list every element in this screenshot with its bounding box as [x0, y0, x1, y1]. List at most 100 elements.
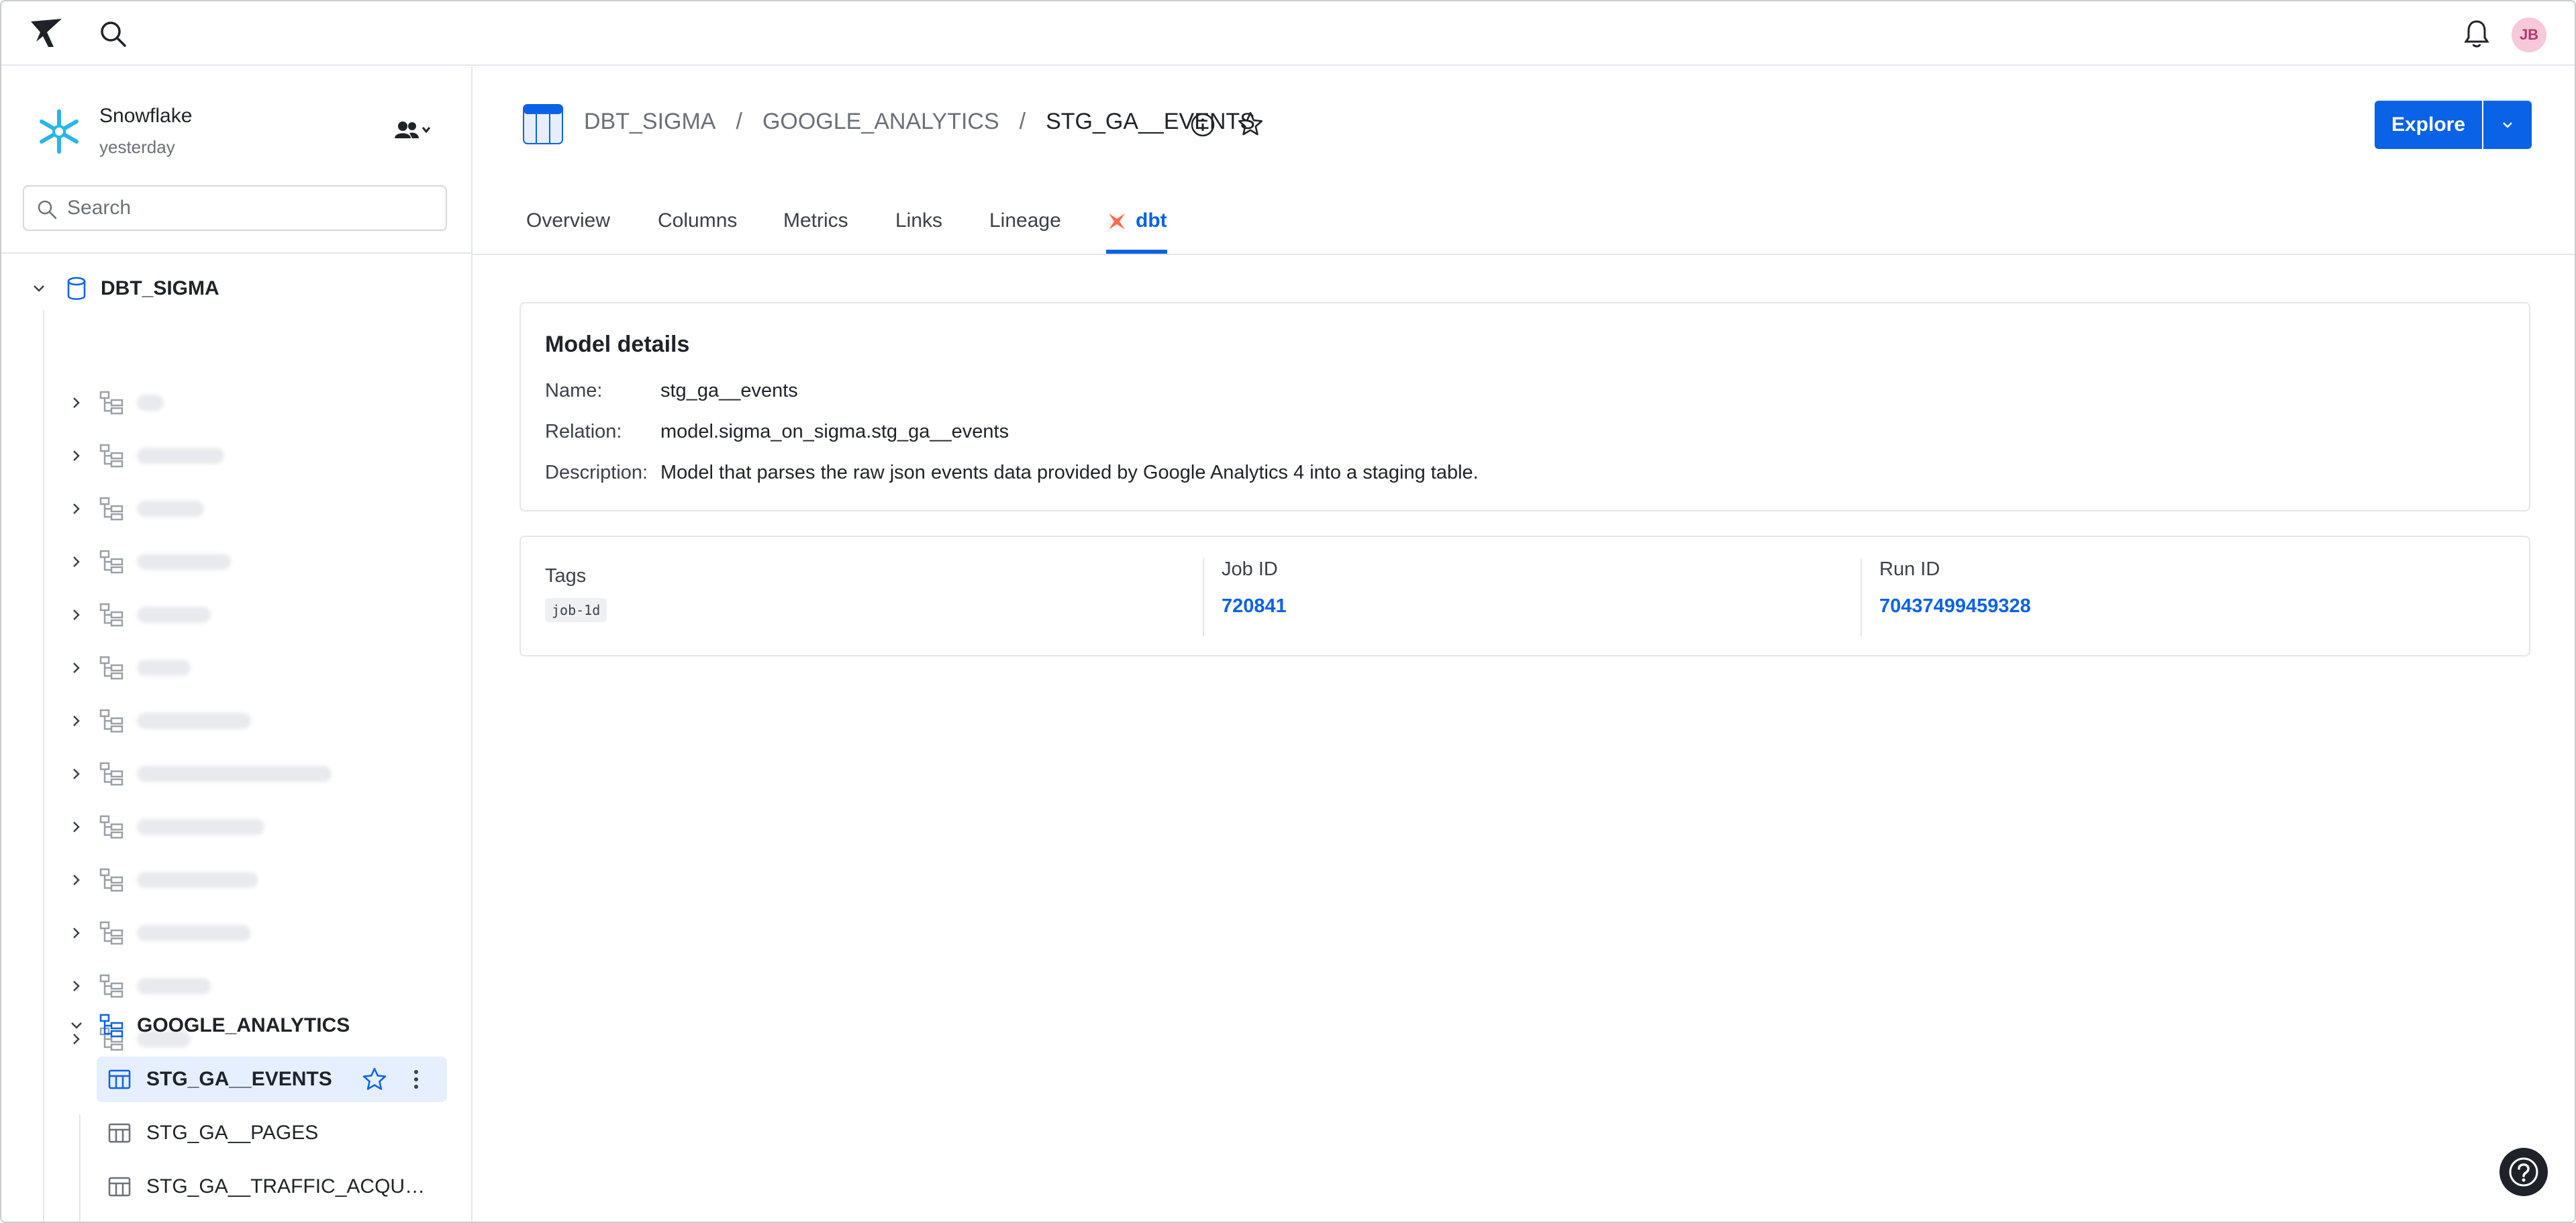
search-icon[interactable] [98, 19, 128, 48]
tree-item-schema[interactable] [66, 489, 204, 529]
chevron-right-icon[interactable] [66, 710, 87, 732]
blurred-schema-label [137, 872, 258, 888]
chevron-right-icon[interactable] [66, 604, 87, 626]
tree-item-schema[interactable] [66, 648, 191, 688]
tab-columns[interactable]: Columns [658, 209, 737, 254]
explore-button[interactable]: Explore [2375, 101, 2482, 149]
top-bar: JB [1, 1, 2575, 66]
tab-overview[interactable]: Overview [526, 209, 610, 254]
job-id-link[interactable]: 720841 [1222, 595, 1287, 618]
table-item-stg-ga-traffic-acquisition[interactable]: STG_GA__TRAFFIC_ACQUISITI… [97, 1164, 447, 1210]
schema-label: GOOGLE_ANALYTICS [137, 1014, 350, 1036]
schema-icon [99, 497, 123, 521]
explore-options-button[interactable] [2483, 101, 2532, 149]
help-button[interactable] [2499, 1148, 2548, 1196]
chevron-right-icon[interactable] [66, 657, 87, 679]
breadcrumb-separator: / [736, 109, 742, 134]
tree-item-schema[interactable] [66, 807, 264, 847]
blurred-schema-label [137, 978, 211, 994]
job-info-card: Tags job-1d Job ID 720841 Run ID 7043749… [519, 536, 2530, 656]
tree-item-schema[interactable] [66, 966, 211, 1006]
table-icon [108, 1123, 131, 1143]
chevron-right-icon[interactable] [66, 975, 87, 997]
chevron-down-icon[interactable] [28, 278, 50, 299]
tags-column: Tags job-1d [545, 558, 1189, 636]
tree-item-schema[interactable] [66, 542, 231, 582]
breadcrumb-separator: / [1019, 109, 1026, 134]
chevron-right-icon[interactable] [66, 551, 87, 573]
tree-item-database[interactable]: DBT_SIGMA [28, 268, 219, 309]
chevron-right-icon[interactable] [66, 816, 87, 838]
model-description-value: Model that parses the raw json events da… [660, 462, 1479, 483]
sidebar: Snowflake yesterday DBT_SIGMA [1, 67, 473, 1222]
tree-item-schema[interactable] [66, 754, 332, 794]
table-label: STG_GA__TRAFFIC_ACQUISITI… [146, 1175, 428, 1197]
help-icon [2509, 1157, 2538, 1187]
tree-item-schema[interactable] [66, 436, 224, 476]
tree-item-schema[interactable] [66, 860, 258, 900]
blurred-schema-label [137, 395, 164, 411]
chevron-down-icon[interactable] [66, 1015, 87, 1036]
schema-icon [99, 656, 123, 680]
schema-icon [99, 391, 123, 415]
model-relation-label: Relation: [545, 421, 622, 442]
tab-lineage[interactable]: Lineage [989, 209, 1061, 254]
table-item-stg-ga-events[interactable]: STG_GA__EVENTS [97, 1057, 447, 1102]
table-item-stg-ga-pages[interactable]: STG_GA__PAGES [97, 1110, 447, 1156]
users-icon[interactable] [389, 117, 432, 144]
chevron-right-icon[interactable] [66, 922, 87, 944]
model-description-row: Description: Model that parses the raw j… [545, 462, 1479, 484]
schema-icon [99, 603, 123, 627]
tab-metrics[interactable]: Metrics [783, 209, 848, 254]
schema-icon [99, 762, 123, 786]
sigma-logo-icon[interactable] [28, 17, 66, 50]
sidebar-divider [1, 252, 471, 254]
model-relation-value: model.sigma_on_sigma.stg_ga__events [660, 421, 1009, 442]
blurred-schema-label [137, 607, 211, 623]
info-icon[interactable] [1189, 111, 1216, 138]
kebab-icon[interactable] [403, 1066, 430, 1093]
chevron-right-icon[interactable] [66, 392, 87, 413]
tree-item-schema[interactable] [66, 701, 251, 741]
tree-item-schema[interactable] [66, 595, 211, 635]
tab-dbt[interactable]: dbt [1106, 209, 1167, 254]
star-icon[interactable] [361, 1066, 388, 1093]
breadcrumb-schema[interactable]: GOOGLE_ANALYTICS [762, 109, 999, 135]
run-id-link[interactable]: 70437499459328 [1879, 595, 2031, 618]
table-icon [108, 1069, 131, 1089]
breadcrumb-database[interactable]: DBT_SIGMA [584, 109, 715, 135]
tree-item-schema[interactable] [66, 913, 251, 953]
table-label: STG_GA__EVENTS [146, 1068, 332, 1090]
chevron-right-icon[interactable] [66, 498, 87, 520]
chevron-right-icon[interactable] [66, 763, 87, 785]
dbt-icon [1109, 213, 1125, 230]
breadcrumb: DBT_SIGMA / GOOGLE_ANALYTICS / STG_GA__E… [584, 109, 1255, 135]
schema-icon [99, 921, 123, 945]
database-icon [67, 277, 86, 300]
breadcrumb-current-table: STG_GA__EVENTS [1046, 109, 1255, 134]
tab-links[interactable]: Links [895, 209, 942, 254]
star-icon[interactable] [1236, 110, 1265, 138]
schema-icon [99, 868, 123, 892]
model-details-card: Model details Name: stg_ga__events Relat… [519, 302, 2530, 511]
run-id-column: Run ID 70437499459328 [1861, 558, 2505, 636]
table-label: STG_GA__PAGES [146, 1122, 319, 1144]
blurred-schema-label [137, 501, 204, 517]
model-name-value: stg_ga__events [660, 380, 798, 401]
tree-guide-line [79, 1114, 81, 1222]
blurred-schema-label [137, 925, 251, 941]
sidebar-search[interactable] [23, 185, 447, 231]
snowflake-icon [40, 109, 79, 154]
chevron-right-icon[interactable] [66, 445, 87, 467]
model-description-label: Description: [545, 462, 648, 483]
schema-icon [99, 550, 123, 574]
blurred-schema-label [137, 766, 332, 782]
user-avatar[interactable]: JB [2512, 17, 2546, 52]
tree-item-schema[interactable] [66, 383, 164, 423]
search-input[interactable] [67, 192, 435, 224]
chevron-right-icon[interactable] [66, 869, 87, 891]
job-id-label: Job ID [1222, 558, 1278, 580]
tree-item-schema-google-analytics[interactable]: GOOGLE_ANALYTICS [66, 1006, 350, 1046]
connection-name: Snowflake [99, 105, 193, 127]
bell-icon[interactable] [2461, 17, 2493, 50]
